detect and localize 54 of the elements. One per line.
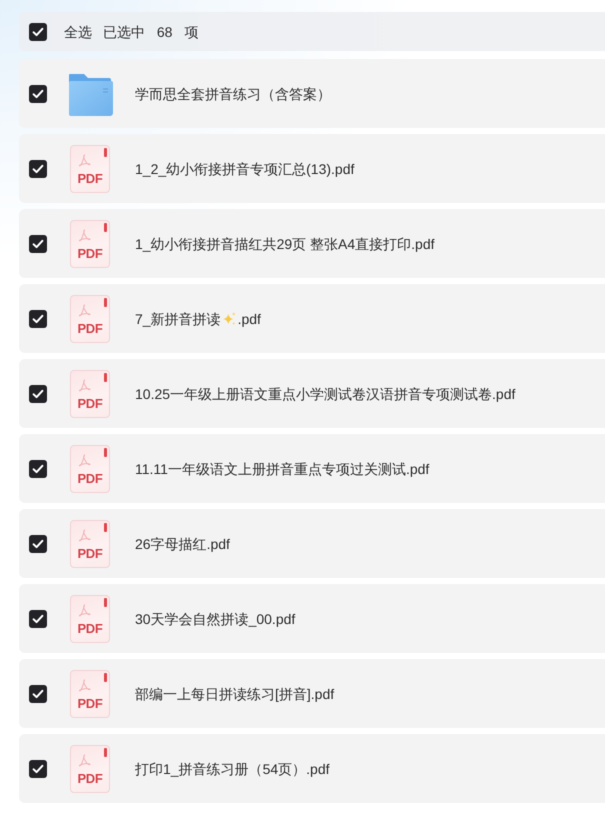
file-type-label: PDF [77,172,103,186]
file-type-label: PDF [77,622,103,636]
file-type-label: PDF [77,246,103,260]
swirl-icon [78,678,91,692]
file-name: 部编一上每日拼读练习[拼音].pdf [135,684,334,704]
file-name: 打印1_拼音练习册（54页）.pdf [135,760,330,778]
checkbox[interactable] [29,84,47,102]
swirl-icon [78,304,91,316]
folder-icon [67,72,113,116]
file-name: 1_2_幼小衔接拼音专项汇总(13).pdf [135,160,354,178]
file-name: 11.11一年级语文上册拼音重点专项过关测试.pdf [135,460,430,478]
file-row[interactable]: 学而思全套拼音练习（含答案） [19,59,605,128]
file-row[interactable]: PDF 部编一上每日拼读练习[拼音].pdf [19,659,605,728]
file-row[interactable]: PDF 打印1_拼音练习册（54页）.pdf [19,734,605,803]
swirl-icon [78,378,91,392]
file-name: 30天学会自然拼读_00.pdf [135,610,296,628]
file-name: 7_新拼音拼读 [135,310,221,328]
file-type-label: PDF [77,472,103,486]
swirl-icon [78,454,91,466]
file-name: 1_幼小衔接拼音描红共29页 整张A4直接打印.pdf [135,234,435,254]
file-type-label: PDF [77,546,103,560]
file-row[interactable]: PDF 1_2_幼小衔接拼音专项汇总(13).pdf [19,134,605,203]
file-row[interactable]: PDF 26字母描红.pdf [19,509,605,578]
file-type-label: PDF [77,772,103,786]
sparkle-icon [222,312,236,325]
file-type-label: PDF [77,322,103,336]
swirl-icon [78,154,91,166]
checkbox[interactable] [29,534,47,552]
swirl-icon [78,528,91,542]
file-row[interactable]: PDF 11.11一年级语文上册拼音重点专项过关测试.pdf [19,434,605,503]
file-type-label: PDF [77,696,103,710]
file-name: 学而思全套拼音练习（含答案） [135,84,331,104]
file-name: 10.25一年级上册语文重点小学测试卷汉语拼音专项测试卷.pdf [135,384,516,404]
swirl-icon [78,228,91,242]
file-name: .pdf [238,310,261,328]
checkbox[interactable] [29,310,47,328]
file-row[interactable]: PDF 10.25一年级上册语文重点小学测试卷汉语拼音专项测试卷.pdf [19,359,605,428]
checkbox[interactable] [29,22,47,40]
swirl-icon [78,754,91,766]
checkbox[interactable] [29,684,47,702]
checkbox[interactable] [29,234,47,252]
checkbox[interactable] [29,384,47,402]
swirl-icon [78,604,91,616]
file-type-label: PDF [77,396,103,410]
file-name: 26字母描红.pdf [135,534,230,554]
select-all-label[interactable]: 全选 [64,22,92,42]
checkbox[interactable] [29,160,47,178]
file-row[interactable]: PDF 7_新拼音拼读 .pdf [19,284,605,353]
selection-count: 已选中 68 项 [103,22,198,42]
file-row[interactable]: PDF 1_幼小衔接拼音描红共29页 整张A4直接打印.pdf [19,209,605,278]
checkbox[interactable] [29,460,47,478]
file-row[interactable]: PDF 30天学会自然拼读_00.pdf [19,584,605,653]
checkbox[interactable] [29,610,47,628]
checkbox[interactable] [29,760,47,778]
